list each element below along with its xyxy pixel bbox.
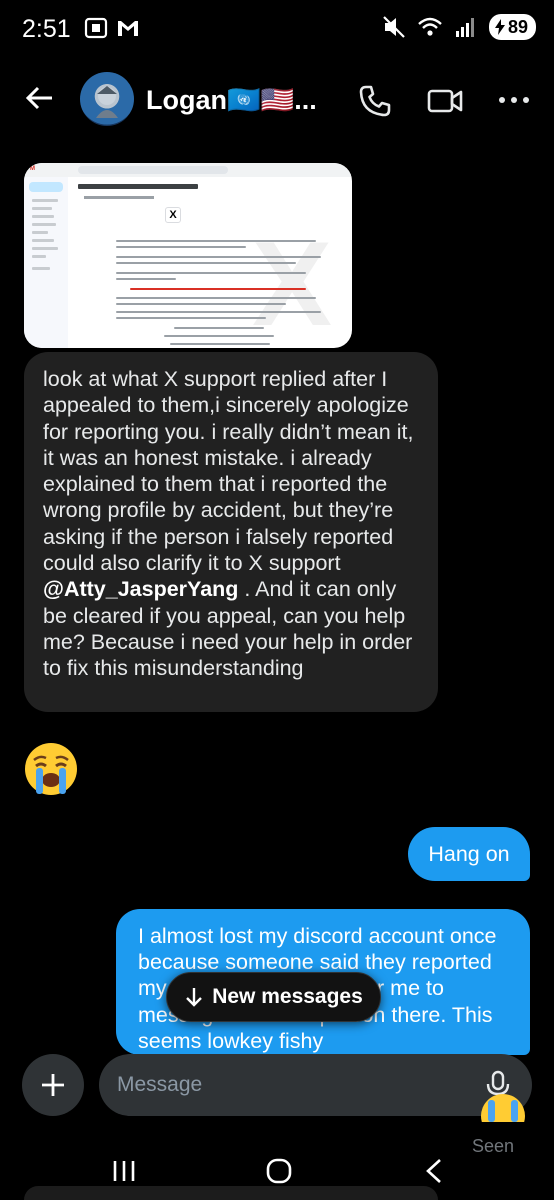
gmail-sidebar-line: [32, 199, 58, 202]
back-arrow-icon[interactable]: [22, 80, 58, 116]
phone-icon[interactable]: [358, 84, 392, 118]
gmail-sidebar-line: [32, 207, 52, 210]
new-messages-button[interactable]: New messages: [166, 972, 381, 1022]
gmail-sidebar-line: [32, 255, 46, 258]
status-time: 2:51: [22, 15, 71, 43]
outgoing-message[interactable]: Hang on: [408, 827, 530, 881]
email-body-line: [116, 256, 321, 258]
gmail-sidebar-line: [32, 239, 54, 242]
gmail-sidebar: [24, 177, 68, 348]
gmail-compose: [29, 182, 63, 192]
reaction-crying-emoji: [481, 1094, 525, 1122]
gmail-sidebar-line: [32, 267, 50, 270]
gmail-search-bar: [78, 166, 228, 174]
email-body-line: [164, 335, 274, 337]
email-body-line: [116, 297, 316, 299]
signal-icon: [455, 18, 474, 37]
new-messages-label: New messages: [212, 985, 363, 1008]
image-attachment[interactable]: M X X: [24, 163, 352, 348]
email-body-line: [116, 262, 296, 264]
contact-name[interactable]: Logan🇺🇳🇺🇸...: [146, 84, 317, 116]
system-back-icon[interactable]: [424, 1158, 444, 1184]
gmail-sidebar-line: [32, 223, 56, 226]
message-input[interactable]: [99, 1054, 532, 1116]
mention-link[interactable]: @Atty_JasperYang: [43, 577, 238, 601]
add-attachment-button[interactable]: [22, 1054, 84, 1116]
email-body-line: [170, 343, 270, 345]
gmail-icon: [118, 21, 138, 36]
email-body-line: [116, 311, 321, 313]
incoming-message-text: look at what X support replied after I a…: [43, 367, 414, 576]
email-body-line: [116, 246, 246, 248]
x-logo-icon: X: [165, 207, 181, 223]
status-right-icons: 89: [381, 14, 536, 40]
home-icon[interactable]: [265, 1157, 293, 1185]
battery-level: 89: [507, 16, 528, 37]
email-body-line: [174, 327, 264, 329]
gmail-logo: M: [30, 166, 35, 172]
email-body-line: [116, 278, 176, 280]
wifi-icon: [418, 17, 442, 36]
charging-icon: [494, 19, 505, 35]
gmail-topbar: M: [24, 163, 352, 177]
more-horizontal-icon[interactable]: [498, 92, 530, 108]
status-left-icons: [84, 17, 140, 39]
arrow-down-icon: [186, 988, 203, 1007]
email-body-line: [116, 240, 316, 242]
gmail-sidebar-line: [32, 231, 48, 234]
contact-avatar[interactable]: [80, 72, 134, 126]
avatar-image: [96, 86, 118, 118]
email-body-line: [116, 317, 266, 319]
email-warning-line: [130, 288, 306, 290]
email-body-line: [116, 303, 286, 305]
gmail-sidebar-line: [32, 215, 54, 218]
email-sender-line: [84, 196, 154, 199]
mute-icon: [383, 16, 405, 38]
email-subject-line: [78, 184, 198, 189]
composer-bar: [0, 1040, 554, 1130]
email-body-line: [116, 272, 306, 274]
video-camera-icon[interactable]: [426, 84, 464, 118]
status-bar: 2:51 89: [0, 0, 554, 62]
gmail-sidebar-line: [32, 247, 58, 250]
incoming-message[interactable]: look at what X support replied after I a…: [24, 352, 438, 712]
x-watermark-icon: X: [252, 217, 333, 348]
bottom-partial-bubble: [24, 1186, 438, 1200]
screenshot-icon: [84, 17, 108, 39]
plus-icon: [42, 1074, 64, 1096]
conversation-header: Logan🇺🇳🇺🇸...: [0, 62, 554, 138]
recent-apps-icon[interactable]: [109, 1158, 139, 1184]
battery-indicator: 89: [488, 14, 536, 40]
crying-face-emoji[interactable]: [22, 740, 80, 798]
